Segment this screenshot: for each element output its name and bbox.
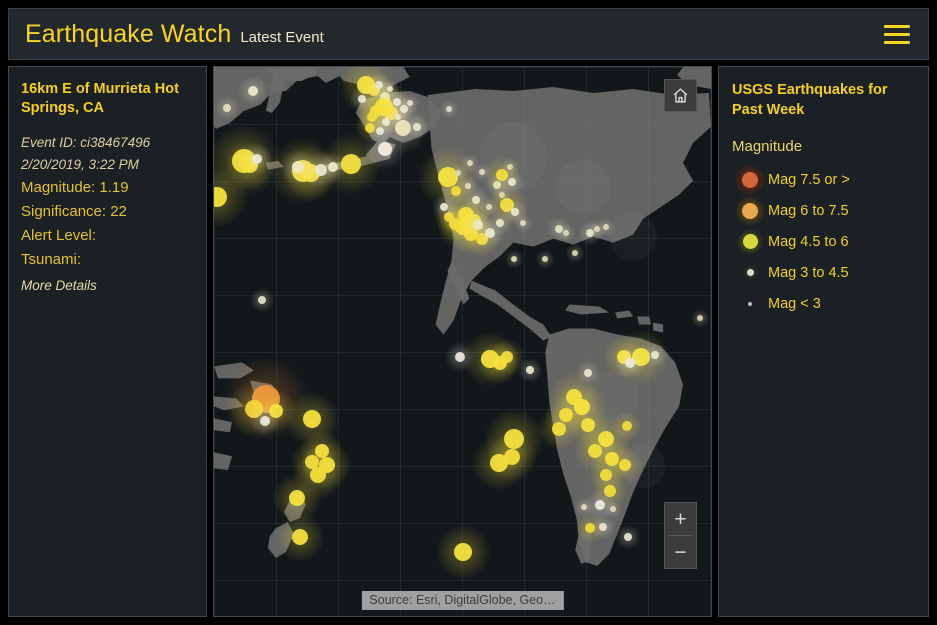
legend-item[interactable]: Mag 7.5 or > xyxy=(732,163,915,196)
event-id-line: Event ID: ci38467496 xyxy=(21,134,151,150)
header-title-group: Earthquake Watch Latest Event xyxy=(25,19,880,48)
map-basemap xyxy=(214,67,711,615)
page-subtitle: Latest Event xyxy=(240,28,324,46)
menu-line-2 xyxy=(884,32,910,36)
legend-title: USGS Earthquakes for Past Week xyxy=(732,82,888,118)
event-place-title: 16km E of Murrieta Hot Springs, CA xyxy=(21,81,179,117)
legend-item[interactable]: Mag < 3 xyxy=(732,288,915,319)
legend-symbol-glow xyxy=(734,163,766,196)
zoom-controls: + − xyxy=(664,502,697,569)
app-body: 16km E of Murrieta Hot Springs, CA Event… xyxy=(8,66,929,617)
menu-line-1 xyxy=(884,24,910,28)
legend-subtitle: Magnitude xyxy=(732,138,803,156)
zoom-in-button[interactable]: + xyxy=(665,503,696,535)
legend-symbol-dot xyxy=(742,202,758,219)
legend-item[interactable]: Mag 3 to 4.5 xyxy=(732,257,915,288)
page-title: Earthquake Watch xyxy=(25,19,232,48)
earthquake-watch-app: Earthquake Watch Latest Event 16km E of … xyxy=(0,0,937,625)
legend-item-label: Mag 7.5 or > xyxy=(768,171,850,188)
event-magnitude-line: Magnitude: 1.19 xyxy=(21,178,129,196)
legend-item[interactable]: Mag 6 to 7.5 xyxy=(732,195,915,226)
legend-symbol-dot xyxy=(746,269,754,277)
event-info-panel: 16km E of Murrieta Hot Springs, CA Event… xyxy=(8,66,207,617)
legend-symbol-halo xyxy=(732,195,768,226)
event-alert-level-line: Alert Level: xyxy=(21,227,97,245)
legend-symbol-glow xyxy=(746,299,754,308)
legend-item[interactable]: Mag 4.5 to 6 xyxy=(732,226,915,257)
earthquake-map[interactable]: + − Source: Esri, DigitalGlobe, Geo… xyxy=(213,66,712,617)
hamburger-menu-icon[interactable] xyxy=(880,19,914,49)
legend-panel: USGS Earthquakes for Past Week Magnitude… xyxy=(718,66,929,617)
event-tsunami-line: Tsunami: xyxy=(21,251,82,269)
legend-symbol-glow xyxy=(742,265,758,281)
legend-item-label: Mag 4.5 to 6 xyxy=(768,233,849,250)
legend-symbol-halo xyxy=(732,288,768,319)
legend-symbol-glow xyxy=(735,195,765,226)
legend-symbol-dot xyxy=(748,301,752,306)
home-icon[interactable] xyxy=(664,79,697,112)
map-attribution: Source: Esri, DigitalGlobe, Geo… xyxy=(361,591,564,610)
legend-symbol-glow xyxy=(737,228,763,255)
more-details-link[interactable]: More Details xyxy=(21,275,194,297)
legend-item-label: Mag 3 to 4.5 xyxy=(768,264,849,281)
event-datetime-line: 2/20/2019, 3:22 PM xyxy=(21,156,139,172)
event-significance-line: Significance: 22 xyxy=(21,202,127,220)
legend-symbol-halo xyxy=(732,257,768,288)
app-header: Earthquake Watch Latest Event xyxy=(8,8,929,60)
legend-symbol-dot xyxy=(742,171,758,188)
zoom-out-button[interactable]: − xyxy=(665,536,696,568)
legend-symbol-dot xyxy=(742,234,758,250)
legend-item-label: Mag < 3 xyxy=(768,295,821,312)
legend-item-label: Mag 6 to 7.5 xyxy=(768,202,849,219)
legend-symbol-halo xyxy=(732,226,768,257)
menu-line-3 xyxy=(884,40,910,44)
legend-item-list: Mag 7.5 or > Mag 6 to 7.5 Mag 4.5 to 6 Mag … xyxy=(732,163,915,319)
legend-symbol-halo xyxy=(732,163,768,196)
